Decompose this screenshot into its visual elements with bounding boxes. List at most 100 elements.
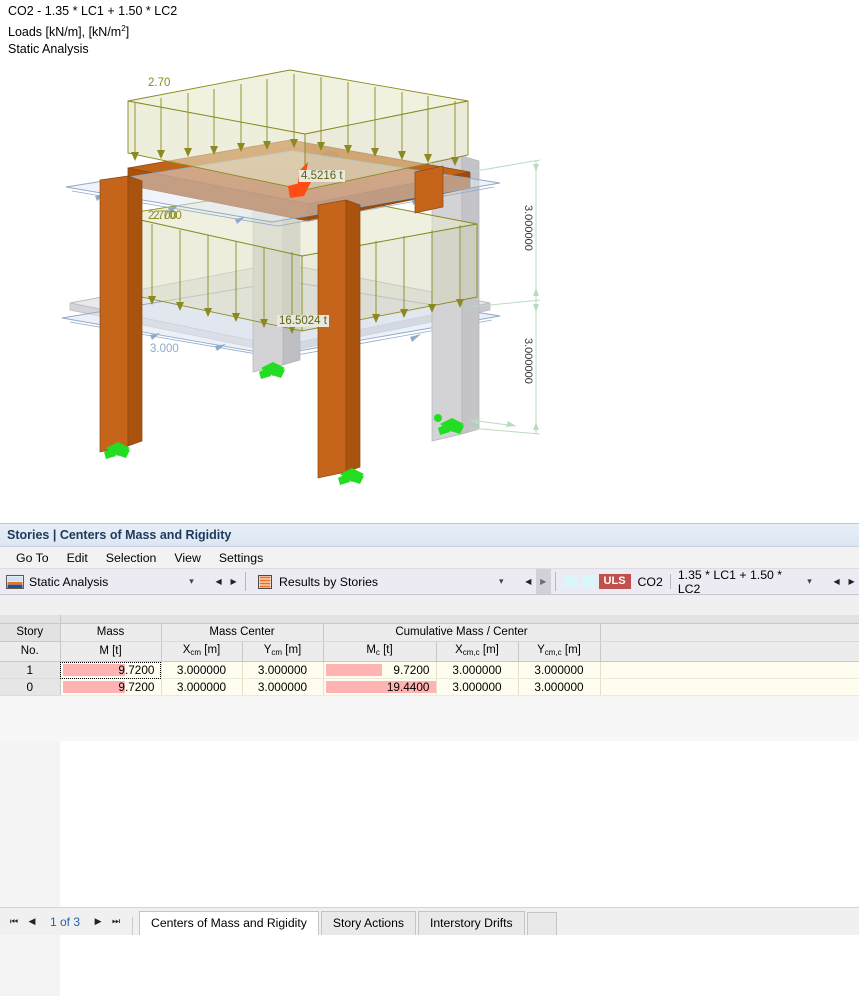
case-color-swatch-1: [562, 575, 578, 588]
dimension-label-bottom: 3.000: [150, 343, 179, 355]
col-header-xcm: Xcm [m]: [161, 641, 243, 662]
menu-selection[interactable]: Selection: [97, 550, 166, 566]
cell-blank[interactable]: [600, 661, 859, 679]
cell-story-no[interactable]: 0: [0, 678, 61, 696]
load-case-code: CO2: [637, 574, 663, 589]
tab-interstory-drifts[interactable]: Interstory Drifts: [417, 911, 525, 935]
results-next-button[interactable]: ▶: [535, 569, 551, 594]
uls-badge: ULS: [598, 574, 631, 589]
topstrip-cell: [60, 615, 859, 624]
panel-toolbar[interactable]: Static Analysis ▾ ◀ ▶ Results by Stories…: [0, 567, 859, 596]
menu-view[interactable]: View: [165, 550, 209, 566]
grid-empty-area: [60, 741, 859, 996]
cell-mc[interactable]: 9.7200: [323, 661, 437, 679]
force-label-top: 4.5216 t: [299, 170, 345, 182]
analysis-type-value: Static Analysis: [29, 574, 109, 589]
analysis-next-button[interactable]: ▶: [226, 569, 241, 594]
results-prev-button[interactable]: ◀: [521, 569, 536, 594]
results-grid[interactable]: Story Mass Mass Center Cumulative Mass /…: [0, 615, 859, 996]
menu-edit[interactable]: Edit: [58, 550, 97, 566]
tab-story-actions[interactable]: Story Actions: [320, 911, 416, 935]
panel-statusbar[interactable]: ⏮ ◀ 1 of 3 ▶ ⏭ Centers of Mass and Rigid…: [0, 907, 859, 935]
panel-menubar[interactable]: Go To Edit Selection View Settings: [0, 547, 859, 569]
case-prev-button[interactable]: ◀: [829, 569, 844, 594]
force-label-mid: 16.5024 t: [277, 315, 329, 327]
tab-overflow-area[interactable]: [526, 912, 557, 935]
topstrip-cell: [0, 615, 61, 624]
cell-xcm[interactable]: 3.000000: [161, 678, 243, 696]
col-header-mass: M [t]: [60, 641, 162, 662]
results-combo-caret[interactable]: ▾: [499, 569, 521, 594]
cell-xcm[interactable]: 3.000000: [161, 661, 243, 679]
model-viewport[interactable]: CO2 - 1.35 * LC1 + 1.50 * LC2 Loads [kN/…: [0, 0, 859, 523]
col-header-ycmc: Ycm,c [m]: [518, 641, 601, 662]
height-label-upper: 3.000000: [522, 205, 534, 251]
cell-ycmc[interactable]: 3.000000: [518, 661, 601, 679]
cell-ycm[interactable]: 3.000000: [242, 661, 324, 679]
cell-xcmc[interactable]: 3.000000: [436, 678, 519, 696]
col-header-xcmc: Xcm,c [m]: [436, 641, 519, 662]
load-case-selector[interactable]: ULS CO2 1.35 * LC1 + 1.50 * LC2: [560, 567, 808, 596]
page-navigator[interactable]: ⏮ ◀ 1 of 3 ▶ ⏭: [0, 908, 130, 935]
cell-mass[interactable]: 9.7200: [60, 661, 162, 679]
table-group-header-row: Story Mass Mass Center Cumulative Mass /…: [0, 623, 859, 642]
next-page-icon[interactable]: ▶: [90, 912, 106, 932]
menu-go-to[interactable]: Go To: [7, 550, 58, 566]
analysis-type-combo[interactable]: Static Analysis: [0, 569, 189, 594]
col-header-mc: Mc [t]: [323, 641, 437, 662]
results-table[interactable]: Story Mass Mass Center Cumulative Mass /…: [0, 615, 859, 696]
table-row[interactable]: 0 9.7200 3.000000 3.000000 19.4400 3.000…: [0, 678, 859, 696]
prev-page-icon[interactable]: ◀: [24, 912, 40, 932]
toolbar-divider-3: [669, 574, 671, 589]
statusbar-divider: [132, 917, 134, 935]
cell-story-no[interactable]: 1: [0, 661, 61, 679]
case-next-button[interactable]: ▶: [844, 569, 859, 594]
load-case-expression: 1.35 * LC1 + 1.50 * LC2: [677, 567, 783, 596]
results-view-combo[interactable]: Results by Stories: [250, 569, 499, 594]
table-subheader-row: No. M [t] Xcm [m] Ycm [m] Mc [t] Xcm,c […: [0, 641, 859, 662]
first-page-icon[interactable]: ⏮: [6, 912, 22, 932]
load-label-mid-b: 2.700: [153, 210, 182, 222]
sheet-tabs[interactable]: Centers of Mass and Rigidity Story Actio…: [135, 908, 557, 935]
group-header-mass-center: Mass Center: [161, 623, 324, 642]
toolbar-divider-1: [244, 572, 246, 591]
group-header-blank: [600, 623, 859, 642]
col-header-blank: [600, 641, 859, 662]
cell-mass[interactable]: 9.7200: [60, 678, 162, 696]
table-row[interactable]: 1 9.7200 3.000000 3.000000 9.7200 3.0000…: [0, 661, 859, 679]
analysis-combo-caret[interactable]: ▾: [189, 569, 211, 594]
cumulative-mass-bar: [325, 664, 382, 676]
group-header-cumulative: Cumulative Mass / Center: [323, 623, 601, 642]
analysis-prev-button[interactable]: ◀: [211, 569, 226, 594]
structure-3d-model[interactable]: [0, 0, 859, 523]
cell-ycm[interactable]: 3.000000: [242, 678, 324, 696]
col-header-story-no: No.: [0, 641, 61, 662]
menu-settings[interactable]: Settings: [210, 550, 272, 566]
analysis-icon: [6, 574, 24, 589]
last-page-icon[interactable]: ⏭: [108, 912, 124, 932]
cell-xcmc[interactable]: 3.000000: [436, 661, 519, 679]
panel-titlebar: Stories | Centers of Mass and Rigidity: [0, 523, 859, 547]
results-table-icon: [256, 574, 274, 589]
height-label-lower: 3.000000: [522, 338, 534, 384]
page-indicator: 1 of 3: [50, 914, 81, 929]
dimension-lines: [469, 159, 541, 435]
support-symbols: [104, 362, 464, 485]
case-color-swatch-2: [580, 575, 596, 588]
toolbar-divider-2: [554, 572, 556, 591]
tab-centers-of-mass-and-rigidity[interactable]: Centers of Mass and Rigidity: [139, 911, 319, 935]
stories-results-panel: Stories | Centers of Mass and Rigidity G…: [0, 523, 859, 996]
cell-mc[interactable]: 19.4400: [323, 678, 437, 696]
mass-bar: [62, 664, 125, 676]
case-combo-caret[interactable]: ▾: [807, 569, 829, 594]
load-label-top: 2.70: [148, 77, 171, 89]
group-header-story: Story: [0, 623, 61, 642]
results-view-value: Results by Stories: [278, 574, 379, 589]
cell-blank[interactable]: [600, 678, 859, 696]
mass-bar: [62, 681, 125, 693]
table-topstrip-row: [0, 615, 859, 624]
grid-empty-rowheader-area: [0, 741, 61, 996]
cell-ycmc[interactable]: 3.000000: [518, 678, 601, 696]
group-header-mass: Mass: [60, 623, 162, 642]
col-header-ycm: Ycm [m]: [242, 641, 324, 662]
